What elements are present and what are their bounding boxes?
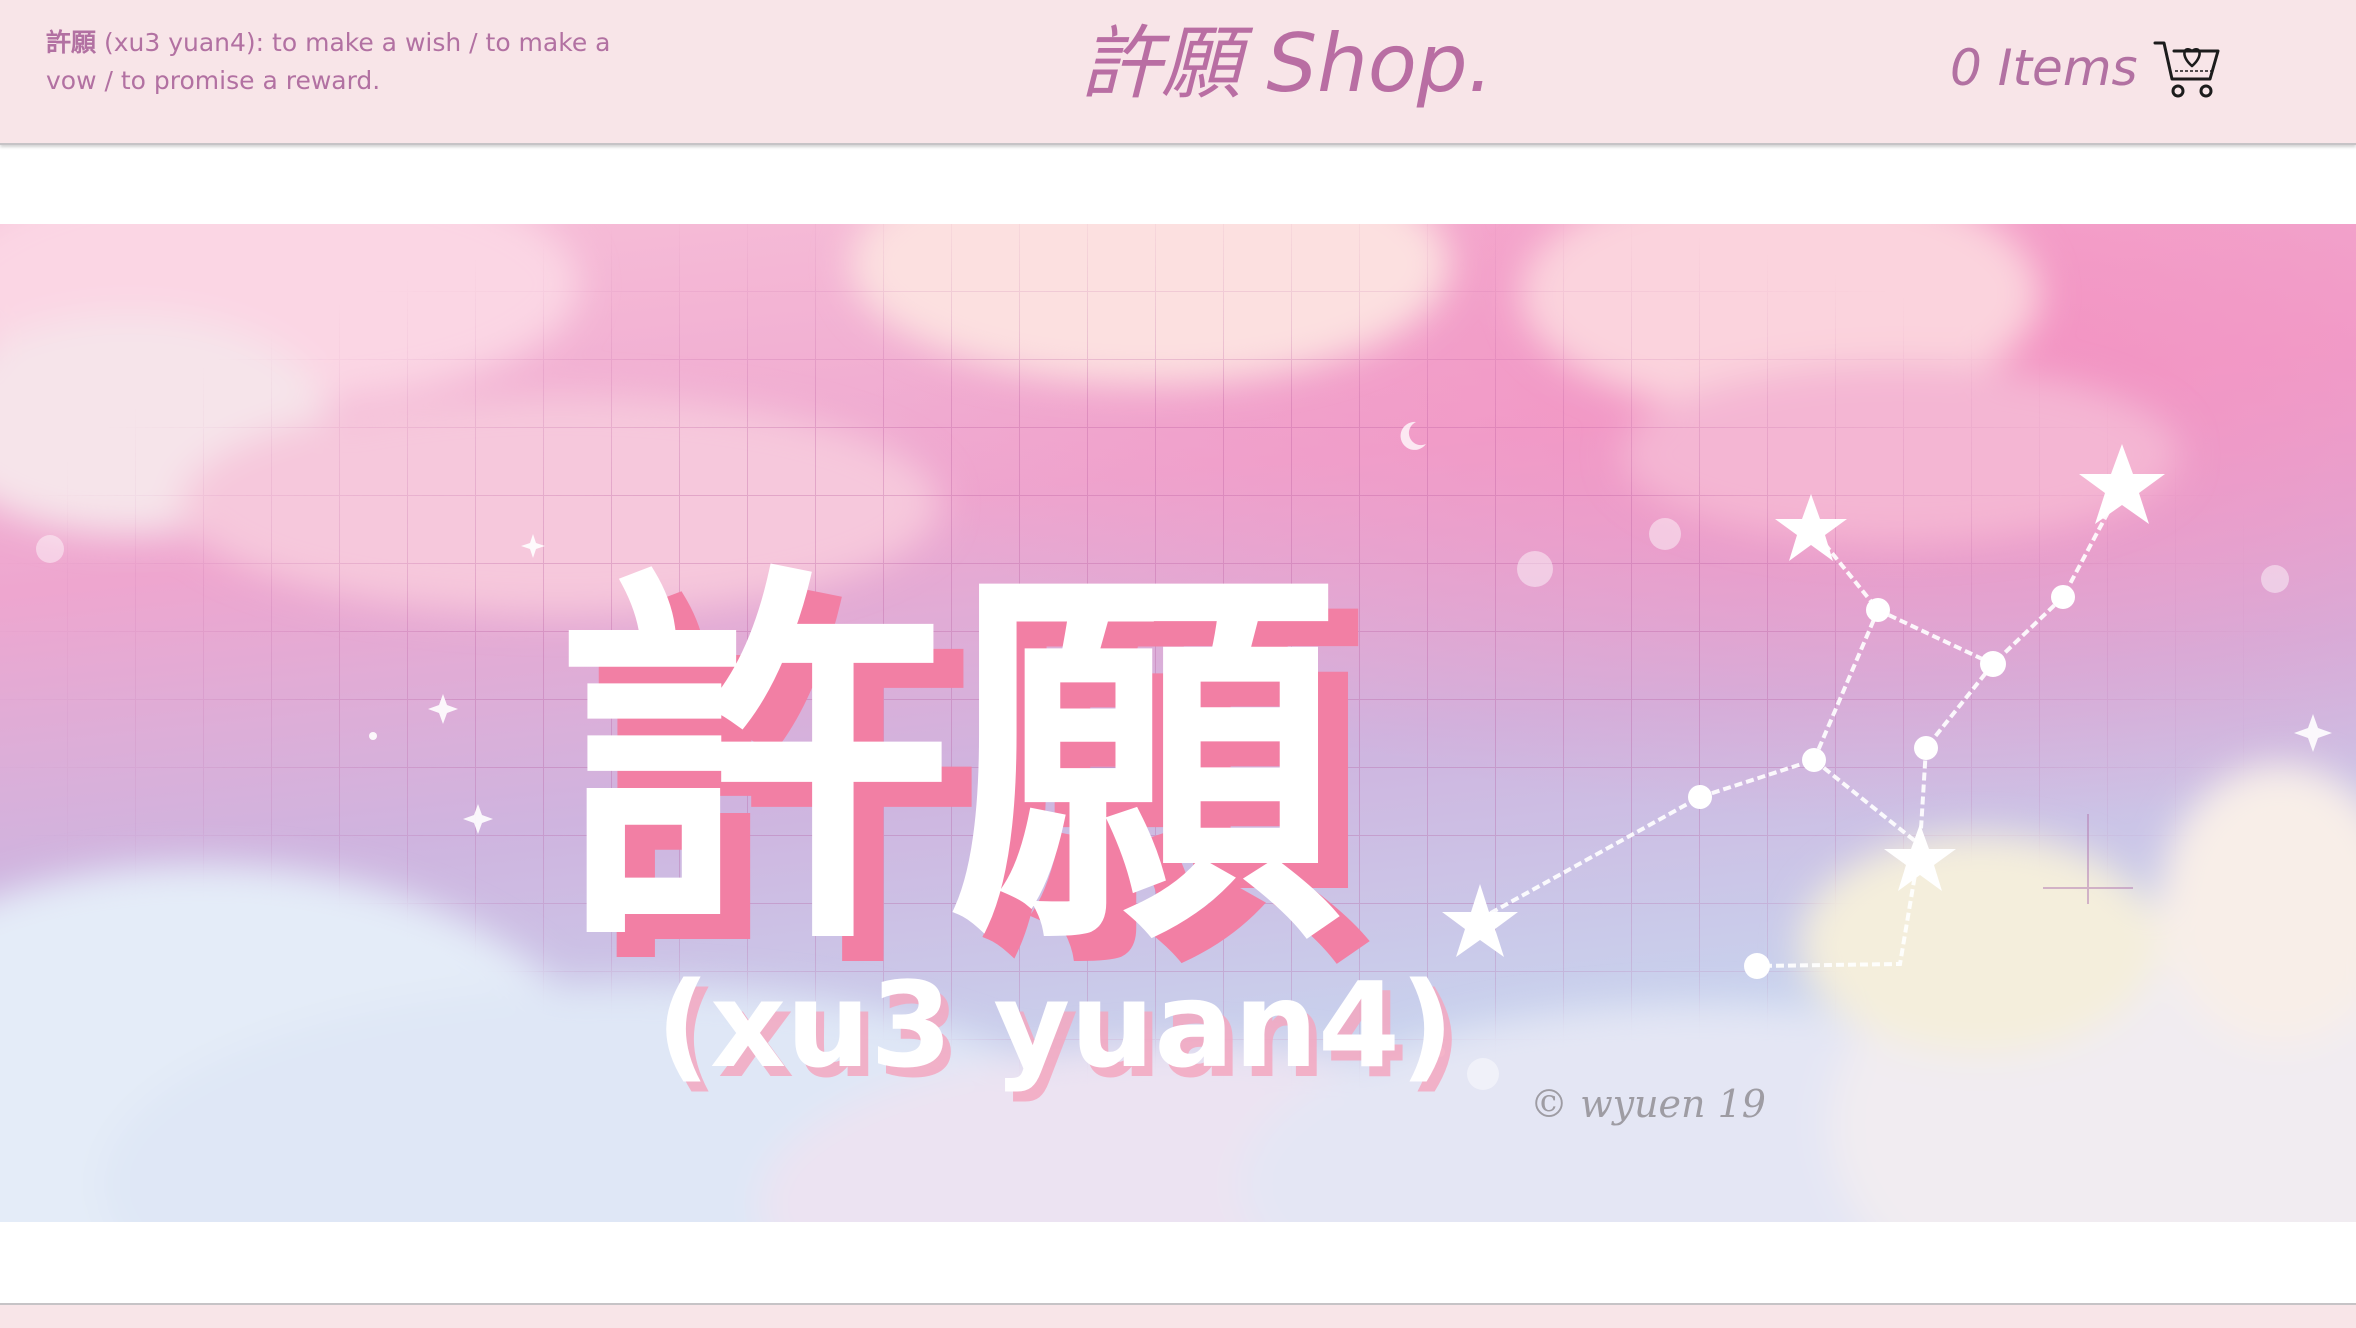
hero-pinyin: (xu3 yuan4) [656, 956, 1454, 1094]
site-header: 許願 (xu3 yuan4): to make a wish / to make… [0, 0, 2356, 145]
hero-illustration: 許願 許願 (xu3 yuan4) (xu3 yuan4) © wyuen 19 [0, 224, 2356, 1222]
cart-item-count[interactable]: 0 Items [1950, 39, 2138, 97]
hero-hanzi: 許願 [560, 537, 1340, 991]
brand-title-text[interactable]: 許願 Shop. [1081, 17, 1493, 110]
cart-button[interactable]: 0 Items [1950, 30, 2222, 106]
hero-banner: 許願 許願 (xu3 yuan4) (xu3 yuan4) © wyuen 19 [0, 224, 2356, 1222]
cart-heart-icon[interactable] [2152, 33, 2222, 103]
footer-strip [0, 1303, 2356, 1328]
artist-signature: © wyuen 19 [1530, 1082, 1766, 1126]
